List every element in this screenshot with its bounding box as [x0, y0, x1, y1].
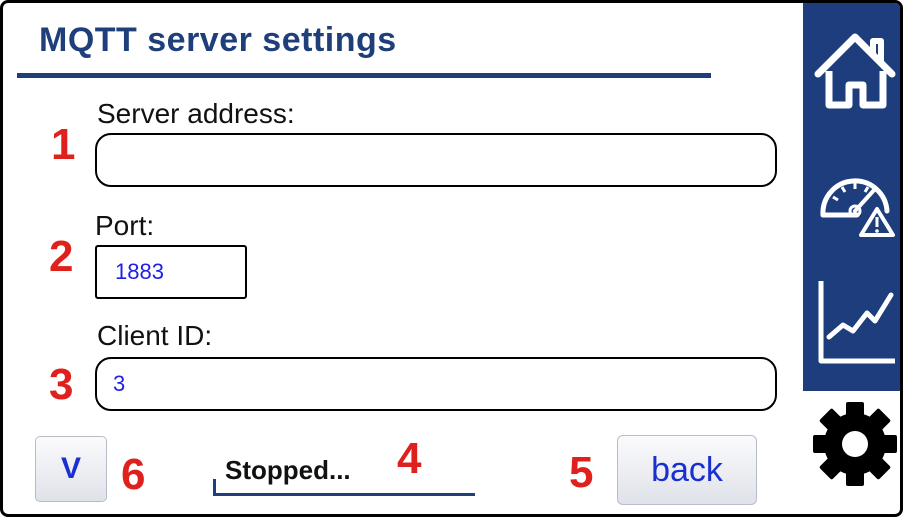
marker-3: 3 — [49, 360, 74, 409]
gauge-warning-icon[interactable] — [811, 157, 899, 241]
marker-1: 1 — [51, 120, 76, 169]
marker-5: 5 — [569, 448, 594, 497]
home-icon[interactable] — [809, 19, 900, 119]
server-address-label: Server address: — [97, 98, 295, 129]
gear-icon[interactable] — [809, 397, 900, 493]
marker-2: 2 — [49, 232, 74, 281]
connection-status: Stopped... — [225, 455, 351, 485]
server-address-input[interactable] — [95, 133, 777, 187]
mqtt-settings-screen: MQTT server settings Server address: 1 P… — [0, 0, 903, 517]
title-underline — [17, 73, 711, 78]
marker-4: 4 — [397, 434, 422, 483]
status-underline — [213, 493, 475, 496]
client-id-label: Client ID: — [97, 320, 213, 351]
back-button[interactable]: back — [617, 435, 757, 505]
page-title: MQTT server settings — [39, 21, 397, 59]
port-input[interactable]: 1883 — [95, 245, 247, 299]
port-label: Port: — [95, 210, 155, 241]
v-button[interactable]: V — [35, 436, 107, 502]
marker-6: 6 — [121, 450, 146, 499]
client-id-input[interactable]: 3 — [95, 357, 777, 411]
line-chart-icon[interactable] — [811, 273, 899, 369]
